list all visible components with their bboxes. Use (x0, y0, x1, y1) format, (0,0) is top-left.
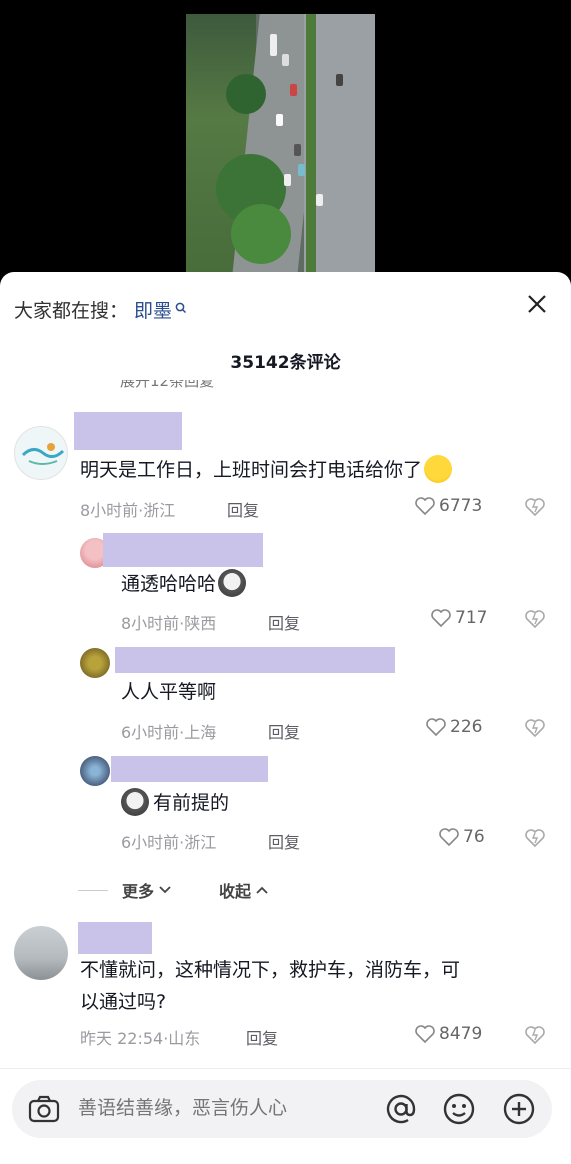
heart-icon (415, 497, 435, 516)
avatar[interactable] (80, 756, 110, 786)
avatar[interactable] (14, 926, 68, 980)
dislike-icon[interactable] (524, 828, 546, 852)
like-button[interactable]: 8479 (414, 1024, 482, 1044)
at-mention-icon[interactable] (384, 1092, 418, 1126)
expand-replies-residue[interactable]: 展开12条回复 (120, 380, 214, 390)
dog-emoji-icon (218, 568, 247, 597)
reply-button[interactable]: 回复 (268, 719, 300, 743)
comment-meta: 8小时前·浙江 (80, 501, 176, 520)
reply-text: 有前提的 (121, 787, 229, 819)
chevron-up-icon (256, 886, 268, 894)
camera-icon[interactable] (28, 1094, 60, 1124)
comment-sheet: 大家都在搜： 即墨 35142条评论 展开12条回复 明天是工作日，上班时间会打… (0, 272, 571, 1164)
reply-meta: 8小时前·陕西 (121, 614, 217, 633)
reply-meta: 6小时前·浙江 (121, 833, 217, 852)
dislike-icon[interactable] (524, 609, 546, 633)
more-replies-button[interactable]: 更多 (122, 878, 173, 902)
heart-icon (439, 828, 459, 847)
heart-icon (415, 1025, 435, 1044)
reply-button[interactable]: 回复 (268, 829, 300, 853)
add-icon[interactable] (502, 1092, 536, 1126)
username-redacted[interactable] (103, 533, 263, 567)
chevron-down-icon (159, 886, 171, 894)
like-button[interactable]: 76 (438, 827, 485, 847)
like-count: 8479 (439, 1024, 483, 1044)
dog-emoji-icon (121, 787, 149, 816)
search-prefix: 大家都在搜： (14, 299, 129, 322)
reply-button[interactable]: 回复 (227, 497, 259, 521)
reply-text: 人人平等啊 (121, 681, 217, 703)
search-term-link[interactable]: 即墨 (134, 296, 172, 323)
laughing-emoji-icon (424, 454, 453, 483)
username-redacted[interactable] (111, 756, 268, 782)
username-redacted[interactable] (74, 412, 182, 450)
collapse-button[interactable]: 收起 (219, 878, 270, 902)
avatar[interactable] (80, 648, 110, 678)
thread-controls: 更多 收起 (78, 878, 270, 902)
heart-icon (431, 609, 451, 628)
reply-button[interactable]: 回复 (268, 610, 300, 634)
reply-button[interactable]: 回复 (246, 1025, 278, 1049)
like-button[interactable]: 717 (430, 608, 487, 628)
like-count: 6773 (439, 496, 483, 516)
reply-meta: 6小时前·上海 (121, 723, 217, 742)
like-count: 76 (463, 827, 485, 847)
reply-text: 通透哈哈哈 (121, 568, 247, 600)
emoji-icon[interactable] (442, 1092, 476, 1126)
dislike-icon[interactable] (524, 718, 546, 742)
like-count: 226 (450, 717, 483, 737)
comment-text: 明天是工作日，上班时间会打电话给你了 (80, 454, 453, 486)
avatar[interactable] (14, 426, 68, 480)
video-player[interactable] (0, 0, 571, 285)
comment-input[interactable] (78, 1097, 338, 1119)
search-icon (175, 297, 187, 314)
heart-icon (426, 718, 446, 737)
video-frame (186, 14, 375, 276)
divider (78, 889, 108, 891)
divider (0, 1068, 571, 1069)
close-icon[interactable] (525, 292, 549, 316)
comment-meta: 昨天 22:54·山东 (80, 1029, 201, 1048)
like-count: 717 (455, 608, 488, 628)
comment-count-title: 35142条评论 (230, 353, 341, 373)
comment-input-bar (12, 1080, 552, 1138)
like-button[interactable]: 6773 (414, 496, 482, 516)
search-suggestion[interactable]: 大家都在搜： 即墨 (14, 294, 187, 324)
username-redacted[interactable] (78, 922, 152, 954)
dislike-icon[interactable] (524, 1025, 546, 1049)
dislike-icon[interactable] (524, 497, 546, 521)
like-button[interactable]: 226 (425, 717, 482, 737)
comment-text: 不懂就问，这种情况下，救护车，消防车，可 以通过吗? (80, 959, 461, 1013)
username-redacted[interactable] (115, 647, 395, 673)
